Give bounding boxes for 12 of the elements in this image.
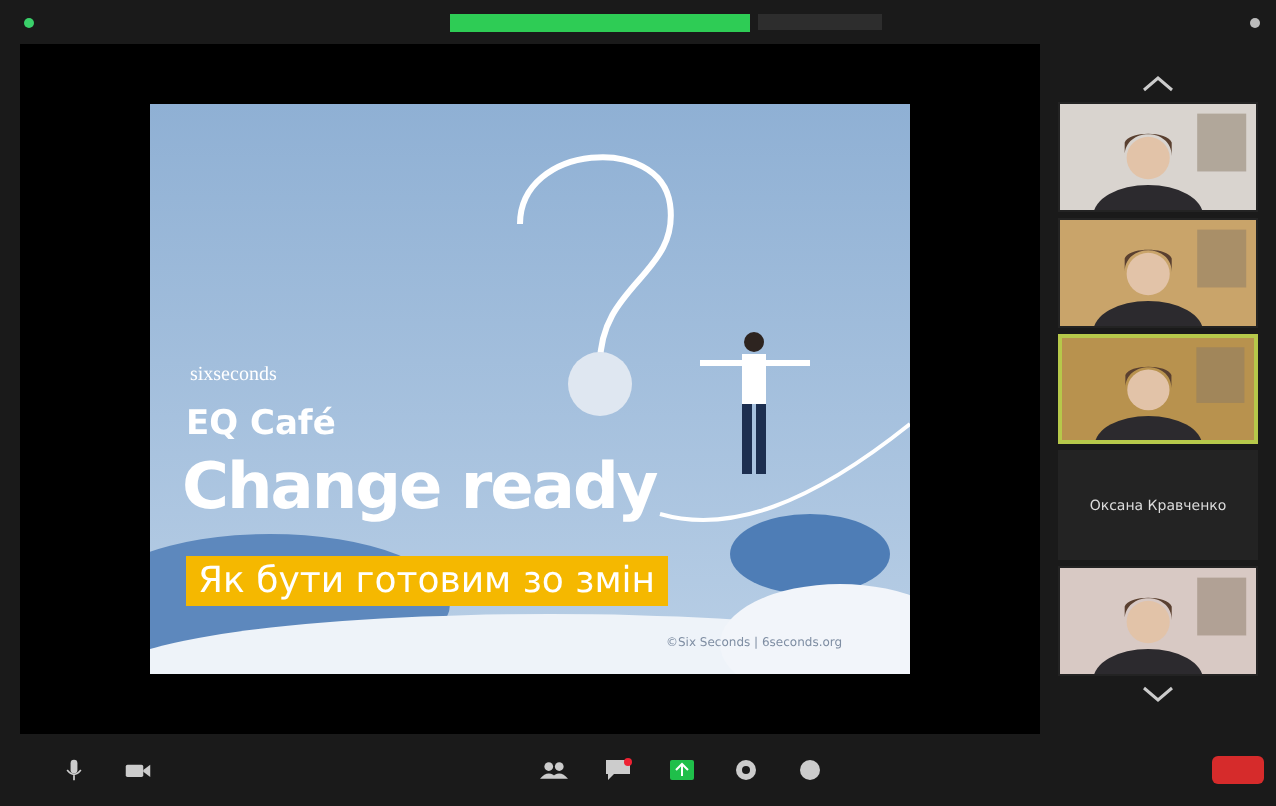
status-icon (24, 17, 34, 27)
slide-subtitle: EQ Café (186, 404, 336, 444)
slide-title: Change ready (182, 448, 657, 524)
slide-logo: sixseconds (190, 364, 277, 386)
end-button[interactable] (1212, 756, 1264, 784)
chat-icon[interactable] (604, 758, 632, 782)
participants-icon[interactable] (540, 758, 568, 782)
scroll-down-icon[interactable] (1142, 686, 1174, 702)
scroll-up-icon[interactable] (1142, 76, 1174, 92)
share-screen-icon[interactable] (668, 758, 696, 782)
slide-banner: Як бути готовим зо змін (186, 556, 668, 606)
record-icon[interactable] (732, 758, 760, 782)
